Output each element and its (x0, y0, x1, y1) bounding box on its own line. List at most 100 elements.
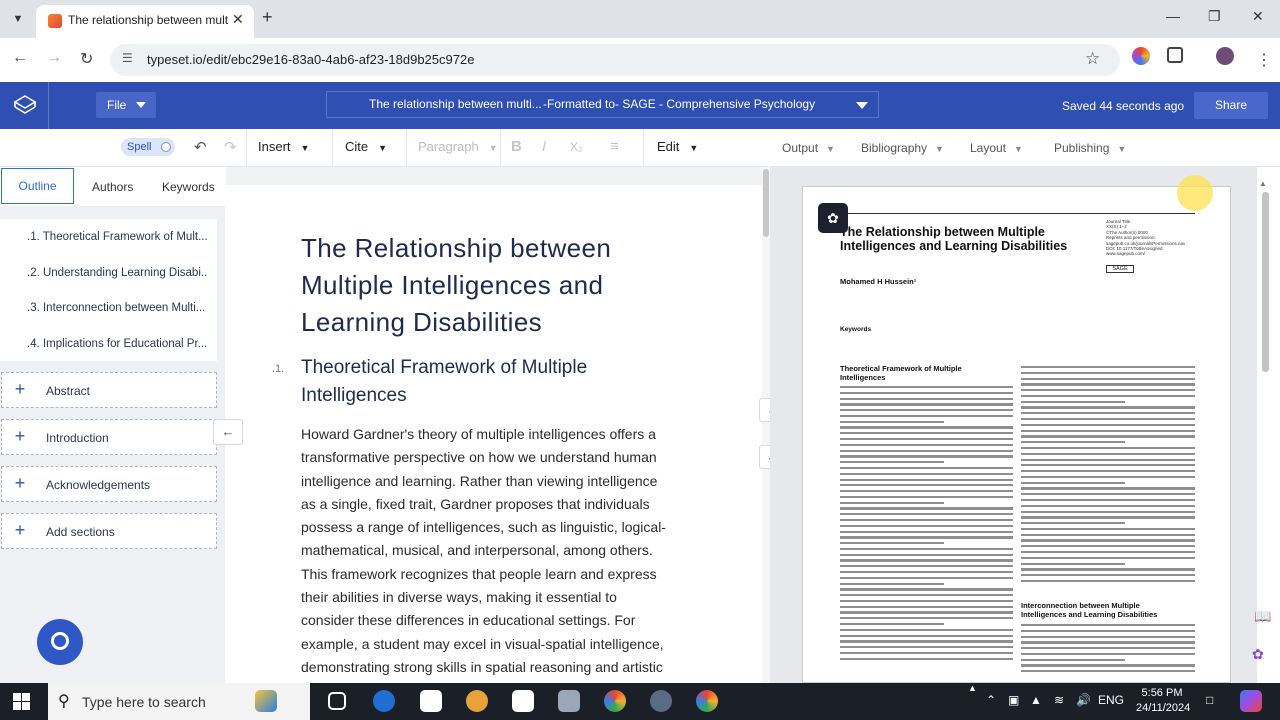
minimize-icon[interactable]: — (1166, 8, 1180, 24)
tab-search-icon[interactable]: ▼ (6, 8, 30, 30)
preview-text-line (1021, 435, 1195, 438)
outline-item-1[interactable]: .1. Theoretical Framework of Mult... (27, 231, 207, 243)
section-heading[interactable]: Theoretical Framework of Multiple Intell… (301, 354, 681, 410)
editor-top-band (226, 167, 762, 185)
preview-text-line (840, 571, 1013, 574)
preview-text-line (840, 472, 1013, 475)
task-view-icon[interactable] (328, 692, 346, 710)
bibliography-label: Bibliography (861, 141, 928, 155)
subscript-icon[interactable]: X₂ (570, 140, 583, 154)
tray-app-icon[interactable]: ▣ (1008, 693, 1019, 707)
browser-menu-icon[interactable]: ⋮ (1256, 50, 1272, 70)
file-menu-button[interactable]: File (96, 92, 156, 118)
paragraph-line: as a single, fixed trait, Gardner propos… (301, 495, 650, 512)
outline-item-3[interactable]: .3. Interconnection between Multi... (27, 302, 207, 314)
document-format-dropdown[interactable]: The relationship between multi... -Forma… (326, 91, 879, 118)
preview-text-line (840, 420, 944, 423)
layout-menu[interactable]: Layout ▼ (970, 141, 1023, 155)
extension-colorful-icon[interactable] (1132, 47, 1150, 65)
browser-tab[interactable]: The relationship between multi ✕ (36, 5, 254, 38)
spell-toggle[interactable]: Spell (121, 138, 175, 156)
language-indicator[interactable]: ENG (1098, 693, 1124, 707)
book-icon[interactable]: 📖 (1254, 608, 1271, 625)
wifi-icon[interactable]: ≋ (1054, 693, 1064, 707)
scrollbar-thumb[interactable] (1262, 192, 1269, 372)
introduction-section-button[interactable]: + Introduction (1, 419, 217, 455)
bookmark-star-icon[interactable]: ☆ (1085, 49, 1100, 69)
chrome-icon-active[interactable] (696, 690, 718, 712)
abstract-section-button[interactable]: + Abstract (1, 372, 217, 408)
window-close-icon[interactable]: ✕ (1252, 8, 1264, 25)
edit-menu[interactable]: Edit ▼ (657, 139, 698, 154)
add-sections-button[interactable]: + Add sections (1, 513, 217, 549)
preview-scrollbar[interactable]: ▲ (1257, 167, 1280, 683)
tab-outline[interactable]: Outline (1, 168, 74, 204)
widget-app-icon[interactable] (255, 690, 277, 712)
chevron-down-icon: ▼ (826, 144, 835, 154)
tray-chevron-icon[interactable]: ⌃ (986, 693, 996, 707)
chevron-down-icon: ▼ (1117, 144, 1127, 154)
app-icon-files[interactable] (558, 690, 580, 712)
insert-menu[interactable]: Insert ▼ (258, 139, 309, 154)
tab-authors[interactable]: Authors (92, 180, 133, 194)
undo-icon[interactable]: ↶ (194, 138, 207, 156)
profile-avatar[interactable] (1216, 47, 1234, 65)
app-icon-blue[interactable] (373, 690, 395, 712)
windows-start-icon[interactable] (13, 693, 30, 710)
ai-assistant-icon[interactable]: ✿ (818, 203, 848, 233)
preview-text-line (840, 542, 944, 545)
tab-keywords[interactable]: Keywords (162, 180, 215, 194)
app-icon-white[interactable] (420, 690, 442, 712)
share-button[interactable]: Share (1194, 92, 1268, 119)
app-icon-orange[interactable] (466, 690, 488, 712)
publishing-menu[interactable]: Publishing ▼ (1054, 141, 1126, 155)
preview-page[interactable]: The Relationship between Multiple Intell… (802, 186, 1231, 683)
acknowledgements-section-button[interactable]: + Acknowledgements (1, 466, 217, 502)
preview-text-line (1021, 383, 1195, 386)
extension-assist-icon[interactable]: ✿ (1252, 646, 1264, 663)
document-title[interactable]: The Relationship between Multiple Intell… (301, 230, 701, 341)
support-chat-button[interactable] (37, 619, 83, 665)
outline-item-2[interactable]: .2. Understanding Learning Disabi... (27, 267, 207, 279)
back-icon[interactable]: ← (12, 49, 28, 67)
preview-title: The Relationship between Multiple Intell… (840, 225, 1068, 253)
body-paragraph[interactable]: Howard Gardner's theory of multiple inte… (301, 423, 696, 679)
preview-text-line (840, 449, 1013, 452)
new-tab-icon[interactable]: + (262, 7, 273, 28)
section-label: Add sections (46, 525, 115, 539)
url-text[interactable]: typeset.io/edit/ebc29e16-83a0-4ab6-af23-… (147, 52, 474, 67)
app-icon-capcut[interactable] (512, 690, 534, 712)
cite-menu[interactable]: Cite ▼ (345, 139, 387, 154)
system-clock[interactable]: 5:56 PM 24/11/2024 (1136, 686, 1190, 716)
editor-canvas[interactable]: The Relationship between Multiple Intell… (226, 167, 762, 683)
copilot-icon[interactable] (1240, 690, 1262, 712)
app-icon-gray[interactable] (650, 690, 672, 712)
typeset-logo-icon[interactable] (0, 82, 49, 129)
notifications-icon[interactable]: □ (1206, 693, 1213, 707)
editor-scrollbar[interactable] (762, 167, 770, 683)
tray-app-icon[interactable]: ▲ (1030, 693, 1042, 707)
volume-icon[interactable]: 🔊 (1076, 693, 1091, 707)
chrome-icon[interactable] (604, 690, 626, 712)
forward-icon[interactable]: → (46, 49, 62, 67)
site-info-icon[interactable]: ☰ (122, 51, 133, 65)
paragraph-menu[interactable]: Paragraph ▼ (418, 139, 498, 154)
reload-icon[interactable]: ↻ (80, 49, 93, 69)
list-icon[interactable]: ≡ (610, 138, 619, 155)
outline-item-4[interactable]: .4. Implications for Educational Pr... (27, 338, 207, 350)
bibliography-menu[interactable]: Bibliography ▼ (861, 141, 944, 155)
left-panel-tabs: Outline Authors Keywords (0, 167, 225, 206)
tray-overflow-icon[interactable]: ▲ (968, 683, 977, 693)
url-field[interactable]: ☰ typeset.io/edit/ebc29e16-83a0-4ab6-af2… (110, 44, 1120, 76)
preview-text-line (840, 559, 1013, 562)
bold-icon[interactable]: B (511, 138, 522, 155)
extensions-puzzle-icon[interactable] (1167, 47, 1183, 63)
close-tab-icon[interactable]: ✕ (232, 11, 244, 28)
redo-icon[interactable]: ↷ (224, 138, 237, 156)
restore-icon[interactable]: ❐ (1208, 8, 1221, 25)
scrollbar-thumb[interactable] (763, 169, 769, 237)
italic-icon[interactable]: I (542, 138, 546, 155)
output-menu[interactable]: Output ▼ (782, 141, 835, 155)
collapse-outline-button[interactable]: ← (213, 419, 243, 445)
scroll-up-icon[interactable]: ▲ (1259, 179, 1267, 188)
